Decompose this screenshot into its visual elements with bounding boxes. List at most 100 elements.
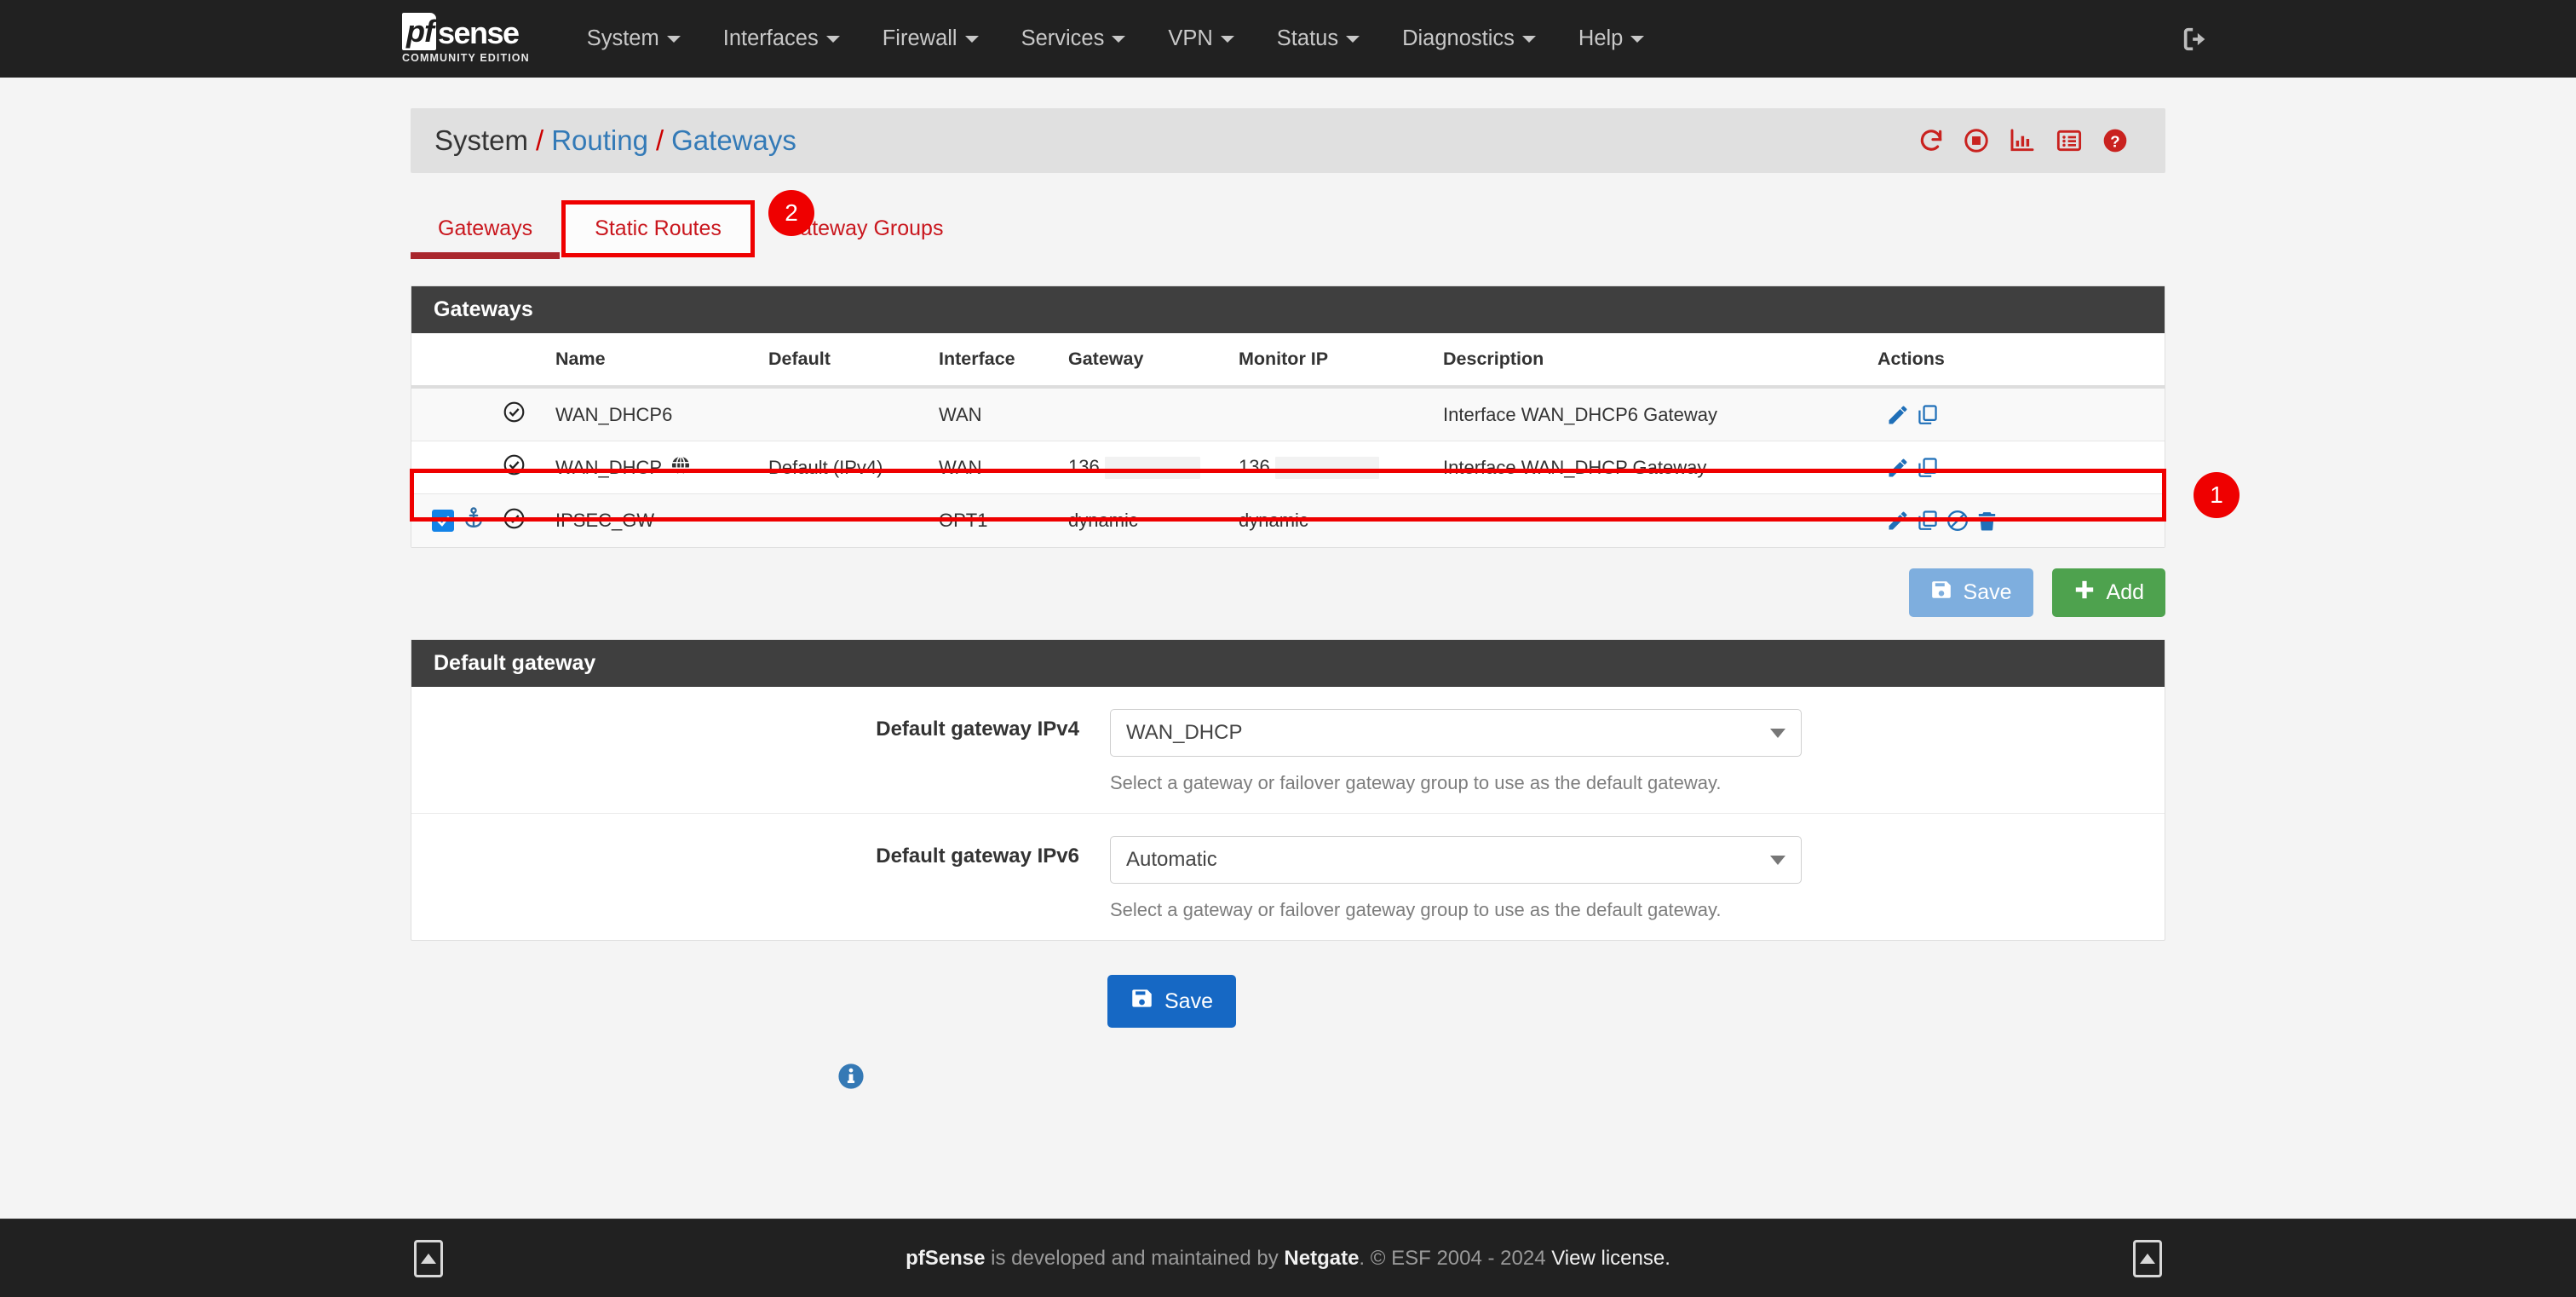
- nav-item-diagnostics[interactable]: Diagnostics: [1381, 0, 1557, 78]
- nav-item-help[interactable]: Help: [1557, 0, 1665, 78]
- edit-icon[interactable]: [1886, 403, 1910, 427]
- col-name: Name: [547, 333, 760, 389]
- col-description: Description: [1435, 333, 1877, 389]
- tab-gateways[interactable]: Gateways: [411, 203, 561, 259]
- col-default: Default: [760, 333, 930, 389]
- copy-icon[interactable]: [1916, 456, 1940, 480]
- help-icon[interactable]: ?: [2102, 127, 2129, 154]
- nav-label: Firewall: [882, 26, 957, 50]
- row-monitor-ip: dynamic: [1230, 493, 1435, 547]
- default-gateway-panel: Default gateway Default gateway IPv4 WAN…: [411, 639, 2165, 941]
- disable-icon[interactable]: [1946, 509, 1969, 533]
- scroll-top-right-button[interactable]: [2133, 1239, 2162, 1277]
- footer-text: pfSense is developed and maintained by N…: [906, 1247, 1670, 1271]
- nav-label: Help: [1578, 26, 1624, 50]
- label-default-gateway-ipv4: Default gateway IPv4: [876, 718, 1079, 741]
- redaction-mask: [1104, 457, 1200, 480]
- row-name: WAN_DHCP6: [547, 386, 760, 441]
- chevron-down-icon: [666, 35, 681, 43]
- row-status-cell: [494, 386, 547, 441]
- bottom-save-wrap: Save: [411, 975, 2165, 1028]
- app-window: pf sense COMMUNITY EDITION System Interf…: [0, 0, 2576, 1297]
- save-label: Save: [1164, 989, 1213, 1013]
- breadcrumb-link-gateways[interactable]: Gateways: [671, 124, 796, 157]
- copy-icon[interactable]: [1916, 403, 1940, 427]
- chevron-down-icon: [825, 35, 840, 43]
- chart-icon[interactable]: [2008, 127, 2037, 154]
- breadcrumb-link-routing[interactable]: Routing: [551, 124, 648, 157]
- row-name: WAN_DHCP: [555, 456, 663, 478]
- row-gateway: dynamic: [1060, 493, 1230, 547]
- select-default-gateway-ipv6[interactable]: Automatic: [1110, 836, 1802, 884]
- row-actions-cell: [1877, 493, 2165, 547]
- col-monitor-ip: Monitor IP: [1230, 333, 1435, 389]
- col-status: [494, 333, 547, 389]
- info-circle-icon[interactable]: [837, 1064, 865, 1094]
- footer-license-link[interactable]: View license.: [1551, 1247, 1670, 1270]
- row-actions-cell: [1877, 441, 2165, 494]
- row-interface: WAN: [930, 441, 1060, 494]
- svg-text:?: ?: [2110, 132, 2119, 150]
- chevron-down-icon: [964, 35, 979, 43]
- table-row[interactable]: WAN_DHCP Default (IPv4) WAN 136. 136. In…: [411, 441, 2165, 494]
- nav-item-vpn[interactable]: VPN: [1147, 0, 1255, 78]
- select-default-gateway-ipv4[interactable]: WAN_DHCP: [1110, 709, 1802, 757]
- tab-static-routes[interactable]: Static Routes: [561, 200, 755, 257]
- copy-icon[interactable]: [1916, 509, 1940, 533]
- nav-item-system[interactable]: System: [566, 0, 702, 78]
- scroll-top-left-button[interactable]: [414, 1239, 443, 1277]
- brand-logo[interactable]: pf sense COMMUNITY EDITION: [402, 12, 530, 66]
- footer-text-1: is developed and maintained by: [985, 1246, 1285, 1270]
- save-icon: [1930, 579, 1952, 607]
- page-body: System / Routing / Gateways ? Gateways S…: [0, 78, 2576, 1297]
- help-default-gateway-ipv4: Select a gateway or failover gateway gro…: [1110, 772, 1722, 793]
- edit-icon[interactable]: [1886, 456, 1910, 480]
- breadcrumb-bar: System / Routing / Gateways ?: [411, 108, 2165, 173]
- nav-item-firewall[interactable]: Firewall: [861, 0, 1000, 78]
- nav-item-status[interactable]: Status: [1256, 0, 1381, 78]
- log-icon[interactable]: [2055, 127, 2084, 154]
- row-actions-cell: [1877, 386, 2165, 441]
- row-interface: WAN: [930, 386, 1060, 441]
- footer-vendor[interactable]: Netgate: [1284, 1247, 1359, 1270]
- check-circle-icon: [503, 508, 526, 534]
- nav-item-services[interactable]: Services: [1000, 0, 1147, 78]
- select-value: WAN_DHCP: [1126, 721, 1243, 744]
- breadcrumb-separator: /: [655, 124, 664, 156]
- table-row[interactable]: IPSEC_GW OPT1 dynamic dynamic: [411, 493, 2165, 547]
- scroll-top-icon: [2140, 1253, 2155, 1264]
- breadcrumb-root: System: [434, 124, 529, 156]
- help-default-gateway-ipv6: Select a gateway or failover gateway gro…: [1110, 899, 1722, 920]
- check-circle-icon: [503, 454, 526, 481]
- save-button-bottom[interactable]: Save: [1107, 975, 1236, 1028]
- delete-icon[interactable]: [1975, 510, 1998, 533]
- row-interface: OPT1: [930, 493, 1060, 547]
- edit-icon[interactable]: [1886, 509, 1910, 533]
- save-button-top[interactable]: Save: [1908, 568, 2033, 617]
- brand-edition: COMMUNITY EDITION: [402, 51, 530, 64]
- chevron-down-icon: [1346, 35, 1360, 43]
- plus-icon: [2073, 579, 2096, 607]
- form-row-ipv6: Default gateway IPv6 Automatic Select a …: [411, 814, 2165, 940]
- gateways-panel: Gateways Name Default Interface Gateway …: [410, 285, 2240, 548]
- row-status-cell: [494, 441, 547, 494]
- save-label: Save: [1963, 580, 2012, 604]
- row-checkbox[interactable]: [432, 510, 454, 532]
- row-description: Interface WAN_DHCP6 Gateway: [1435, 386, 1877, 441]
- chevron-down-icon: [1521, 35, 1536, 43]
- add-button[interactable]: Add: [2051, 568, 2165, 617]
- tab-label: Gateways: [438, 216, 533, 240]
- row-status-cell: [494, 493, 547, 547]
- save-icon: [1130, 987, 1153, 1016]
- nav-item-interfaces[interactable]: Interfaces: [702, 0, 861, 78]
- restart-icon[interactable]: [1918, 127, 1945, 154]
- scroll-top-icon: [421, 1253, 436, 1264]
- stop-icon[interactable]: [1963, 127, 1990, 154]
- logout-icon[interactable]: [2181, 25, 2210, 54]
- footer-text-2: . © ESF 2004 - 2024: [1359, 1246, 1552, 1270]
- add-label: Add: [2106, 580, 2144, 604]
- gateways-panel-title: Gateways: [411, 286, 2165, 333]
- tab-bar: Gateways Static Routes Gateway Groups 2: [411, 190, 2165, 263]
- table-row[interactable]: WAN_DHCP6 WAN Interface WAN_DHCP6 Gatewa…: [411, 386, 2165, 441]
- brand-pf-mark: pf: [402, 12, 436, 50]
